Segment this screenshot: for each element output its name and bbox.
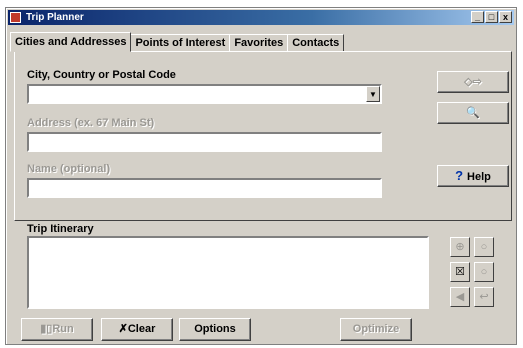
options-button[interactable]: Options <box>179 318 251 341</box>
add-to-itinerary-button[interactable]: ◇⇨ <box>437 71 509 93</box>
help-label: Help <box>467 171 491 183</box>
optimize-button[interactable]: Optimize <box>340 318 412 341</box>
delete-icon[interactable]: ☒ <box>450 262 470 282</box>
add-arrow-icon: ◇⇨ <box>464 76 482 88</box>
undo-icon[interactable]: ↩ <box>474 287 494 307</box>
chevron-down-icon[interactable]: ▼ <box>366 86 380 102</box>
magnifier-icon: 🔍 <box>466 107 480 119</box>
name-label: Name (optional) <box>27 163 111 175</box>
clear-icon: ✗ <box>118 323 128 335</box>
name-field[interactable] <box>27 178 382 198</box>
window-title: Trip Planner <box>26 12 84 23</box>
zoom-in-icon[interactable]: ⊕ <box>450 237 470 257</box>
run-button[interactable]: ▮▯ Run <box>21 318 93 341</box>
help-icon: ? <box>455 168 464 183</box>
clear-button[interactable]: ✗ Clear <box>101 318 173 341</box>
help-button[interactable]: ? Help <box>437 165 509 187</box>
tab-cities-and-addresses[interactable]: Cities and Addresses <box>10 32 132 52</box>
run-label: Run <box>52 323 74 335</box>
title-bar[interactable]: Trip Planner _ □ x <box>8 10 514 25</box>
city-combobox[interactable]: ▼ <box>27 84 382 104</box>
city-label: City, Country or Postal Code <box>27 69 176 81</box>
maximize-button[interactable]: □ <box>485 11 498 23</box>
tab-strip: Cities and Addresses Points of Interest … <box>10 32 345 52</box>
address-label: Address (ex. 67 Main St) <box>27 117 155 129</box>
tab-favorites[interactable]: Favorites <box>229 34 289 52</box>
optimize-label: Optimize <box>352 323 400 335</box>
close-button[interactable]: x <box>499 11 512 23</box>
tab-points-of-interest[interactable]: Points of Interest <box>130 34 231 52</box>
minimize-button[interactable]: _ <box>471 11 484 23</box>
clear-label: Clear <box>127 323 156 335</box>
app-icon <box>10 12 21 23</box>
circle-icon-2[interactable]: ○ <box>474 262 494 282</box>
address-field[interactable] <box>27 132 382 152</box>
tab-contacts[interactable]: Contacts <box>287 34 345 52</box>
options-label: Options <box>194 323 236 335</box>
circle-icon[interactable]: ○ <box>474 237 494 257</box>
find-button[interactable]: 🔍 <box>437 102 509 124</box>
move-left-icon[interactable]: ◀ <box>450 287 470 307</box>
itinerary-label: Trip Itinerary <box>27 223 94 235</box>
itinerary-list[interactable] <box>27 236 429 309</box>
run-icon: ▮▯ <box>40 323 53 335</box>
